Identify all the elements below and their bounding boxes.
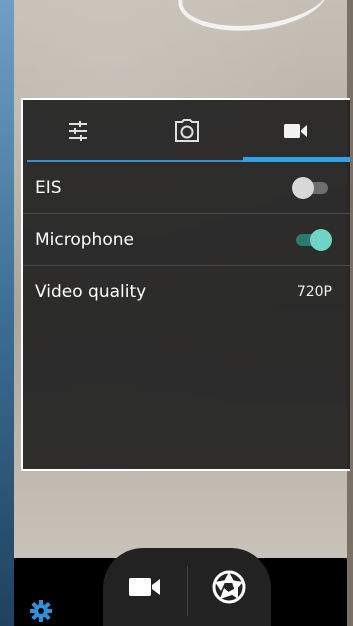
video-camera-icon <box>128 578 160 596</box>
eis-label: EIS <box>35 177 62 198</box>
tab-video[interactable] <box>241 100 350 162</box>
microphone-label: Microphone <box>35 229 134 250</box>
setting-row-video-quality[interactable]: Video quality 720P <box>23 266 350 318</box>
aperture-icon <box>212 570 246 604</box>
gear-icon <box>30 600 52 622</box>
screen-edge-left <box>0 0 14 626</box>
settings-tabs <box>23 100 350 162</box>
microphone-toggle[interactable] <box>292 228 332 252</box>
record-video-button[interactable] <box>103 548 187 626</box>
setting-row-microphone[interactable]: Microphone <box>23 214 350 266</box>
shutter-button[interactable] <box>188 548 272 626</box>
capture-controls <box>103 548 271 626</box>
setting-row-eis[interactable]: EIS <box>23 162 350 214</box>
video-quality-label: Video quality <box>35 282 147 302</box>
tab-general[interactable] <box>23 100 132 162</box>
video-quality-value: 720P <box>296 284 332 300</box>
tab-photo[interactable] <box>132 100 241 162</box>
microphone-toggle-thumb <box>310 228 332 251</box>
settings-button[interactable] <box>30 600 52 622</box>
active-tab-indicator <box>243 157 350 162</box>
camera-icon <box>174 119 199 142</box>
video-camera-icon <box>283 124 307 138</box>
settings-panel: EIS Microphone Video quality 720P <box>21 98 350 471</box>
sliders-icon <box>68 121 87 141</box>
eis-toggle[interactable] <box>292 176 332 200</box>
eis-toggle-thumb <box>292 176 314 199</box>
